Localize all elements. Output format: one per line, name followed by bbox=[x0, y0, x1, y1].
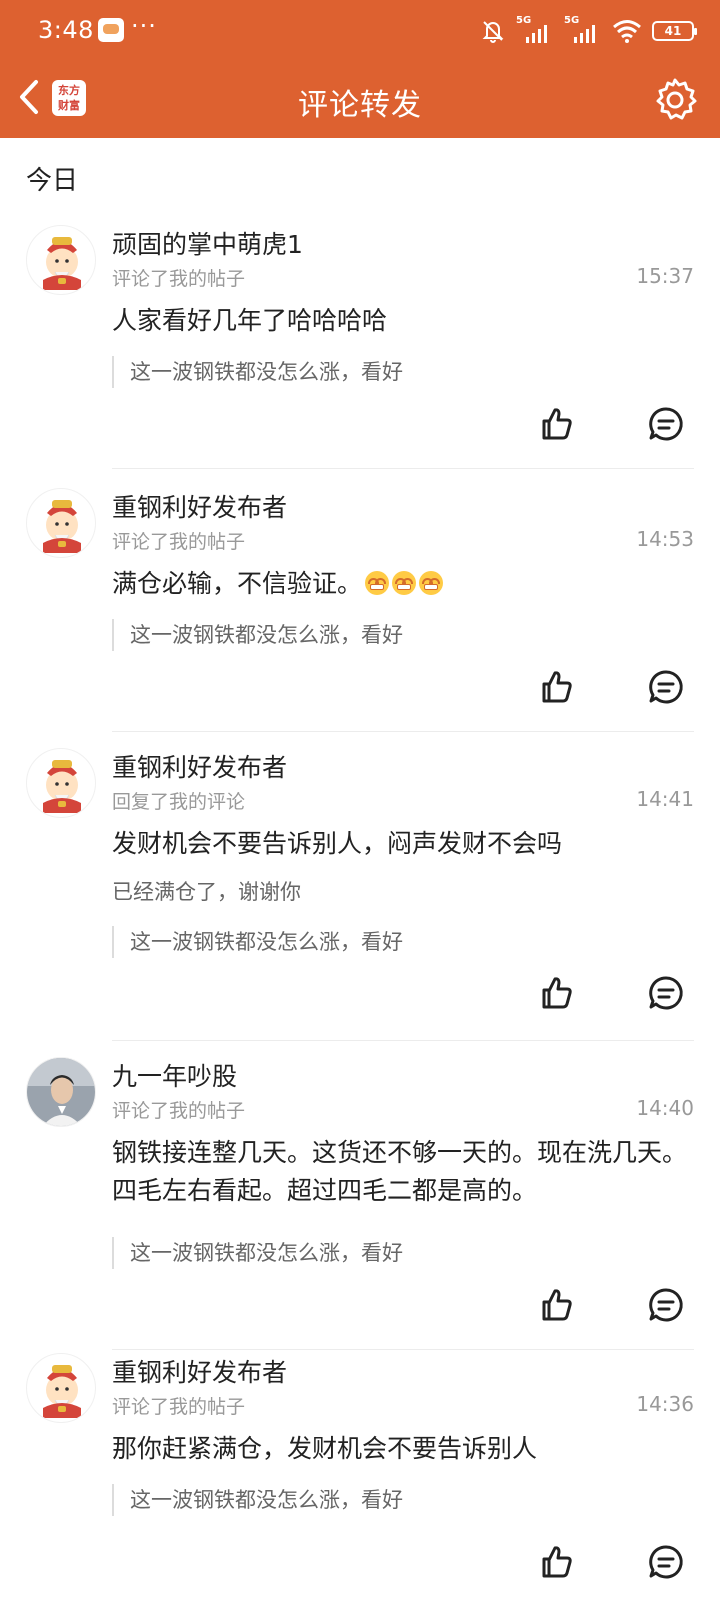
action-text: 回复了我的评论 bbox=[112, 791, 246, 813]
avatar[interactable] bbox=[26, 225, 96, 295]
action-text: 评论了我的帖子 bbox=[112, 1396, 246, 1418]
more-notifications-icon: ··· bbox=[131, 12, 157, 40]
timestamp: 14:53 bbox=[636, 527, 694, 551]
comment-icon bbox=[649, 1288, 683, 1322]
like-button[interactable] bbox=[536, 1542, 576, 1582]
quoted-post[interactable]: 这一波钢铁都没怎么涨，看好 bbox=[112, 619, 403, 651]
mute-bell-icon bbox=[482, 21, 504, 43]
my-reply-text: 已经满仓了，谢谢你 bbox=[112, 880, 301, 904]
like-icon bbox=[542, 1289, 572, 1321]
list-item[interactable]: 重钢利好发布者 评论了我的帖子 14:36 那你赶紧满仓，发财机会不要告诉别人 … bbox=[0, 1348, 720, 1600]
like-button[interactable] bbox=[536, 404, 576, 444]
username[interactable]: 重钢利好发布者 bbox=[112, 1353, 287, 1389]
notification-app-icon bbox=[98, 18, 124, 42]
comment-button[interactable] bbox=[646, 1285, 686, 1325]
list-item[interactable]: 顽固的掌中萌虎1 评论了我的帖子 15:37 人家看好几年了哈哈哈哈 这一波钢铁… bbox=[0, 220, 720, 470]
laugh-emoji-icon bbox=[392, 571, 417, 595]
status-indicators: 5G 5G 41 bbox=[480, 15, 697, 46]
status-bar: 3:48 ··· 5G 5G 41 bbox=[0, 0, 720, 62]
comment-button[interactable] bbox=[646, 1542, 686, 1582]
comment-button[interactable] bbox=[646, 404, 686, 444]
avatar[interactable] bbox=[26, 1353, 96, 1423]
wifi-icon bbox=[613, 20, 641, 43]
username[interactable]: 重钢利好发布者 bbox=[112, 748, 287, 784]
timestamp: 14:36 bbox=[636, 1392, 694, 1416]
divider bbox=[112, 468, 694, 469]
action-text: 评论了我的帖子 bbox=[112, 268, 246, 290]
divider bbox=[112, 731, 694, 732]
username[interactable]: 重钢利好发布者 bbox=[112, 488, 287, 524]
timestamp: 15:37 bbox=[636, 264, 694, 288]
comment-text[interactable]: 发财机会不要告诉别人，闷声发财不会吗 bbox=[112, 825, 692, 863]
like-button[interactable] bbox=[536, 973, 576, 1013]
timestamp: 14:40 bbox=[636, 1096, 694, 1120]
like-icon bbox=[542, 1546, 572, 1578]
status-time: 3:48 bbox=[38, 16, 94, 44]
quoted-post[interactable]: 这一波钢铁都没怎么涨，看好 bbox=[112, 926, 403, 958]
settings-icon bbox=[656, 78, 697, 120]
page-title: 评论转发 bbox=[298, 88, 422, 123]
comment-text[interactable]: 人家看好几年了哈哈哈哈 bbox=[112, 302, 692, 340]
action-text: 评论了我的帖子 bbox=[112, 531, 246, 553]
list-item[interactable]: 重钢利好发布者 回复了我的评论 14:41 发财机会不要告诉别人，闷声发财不会吗… bbox=[0, 743, 720, 1043]
quoted-post[interactable]: 这一波钢铁都没怎么涨，看好 bbox=[112, 1484, 403, 1516]
comment-button[interactable] bbox=[646, 973, 686, 1013]
action-text: 评论了我的帖子 bbox=[112, 1100, 246, 1122]
divider bbox=[112, 1040, 694, 1041]
username[interactable]: 九一年吵股 bbox=[112, 1057, 237, 1093]
comment-text[interactable]: 那你赶紧满仓，发财机会不要告诉别人 bbox=[112, 1430, 692, 1468]
signal-5g-1-icon: 5G bbox=[516, 15, 554, 43]
avatar[interactable] bbox=[26, 748, 96, 818]
like-button[interactable] bbox=[536, 1285, 576, 1325]
like-button[interactable] bbox=[536, 667, 576, 707]
comment-text-content: 满仓必输，不信验证。 bbox=[112, 569, 363, 598]
battery-icon: 41 bbox=[652, 21, 697, 41]
avatar[interactable] bbox=[26, 1057, 96, 1127]
settings-button[interactable] bbox=[652, 76, 698, 122]
list-item[interactable]: 重钢利好发布者 评论了我的帖子 14:53 满仓必输，不信验证。 这一波钢铁都没… bbox=[0, 483, 720, 733]
timestamp: 14:41 bbox=[636, 787, 694, 811]
laugh-emoji-icon bbox=[365, 571, 390, 595]
comment-button[interactable] bbox=[646, 667, 686, 707]
section-title-today: 今日 bbox=[26, 166, 79, 196]
signal-5g-2-icon: 5G bbox=[564, 15, 602, 43]
avatar[interactable] bbox=[26, 488, 96, 558]
like-icon bbox=[542, 408, 572, 440]
laugh-emoji-icon bbox=[419, 571, 444, 595]
comment-icon bbox=[649, 407, 683, 441]
quoted-post[interactable]: 这一波钢铁都没怎么涨，看好 bbox=[112, 1237, 403, 1269]
app-header: 3:48 ··· 5G 5G 41 东方 财富 评论转发 bbox=[0, 0, 720, 138]
comment-icon bbox=[649, 670, 683, 704]
username[interactable]: 顽固的掌中萌虎1 bbox=[112, 225, 303, 261]
comment-text[interactable]: 满仓必输，不信验证。 bbox=[112, 565, 692, 603]
comment-icon bbox=[649, 1545, 683, 1579]
list-item[interactable]: 九一年吵股 评论了我的帖子 14:40 钢铁接连整几天。这货还不够一天的。现在洗… bbox=[0, 1052, 720, 1352]
comment-icon bbox=[649, 976, 683, 1010]
comment-text[interactable]: 钢铁接连整几天。这货还不够一天的。现在洗几天。四毛左右看起。超过四毛二都是高的。 bbox=[112, 1134, 692, 1210]
like-icon bbox=[542, 977, 572, 1009]
navigation-bar: 东方 财富 评论转发 bbox=[0, 62, 720, 138]
like-icon bbox=[542, 671, 572, 703]
quoted-post[interactable]: 这一波钢铁都没怎么涨，看好 bbox=[112, 356, 403, 388]
